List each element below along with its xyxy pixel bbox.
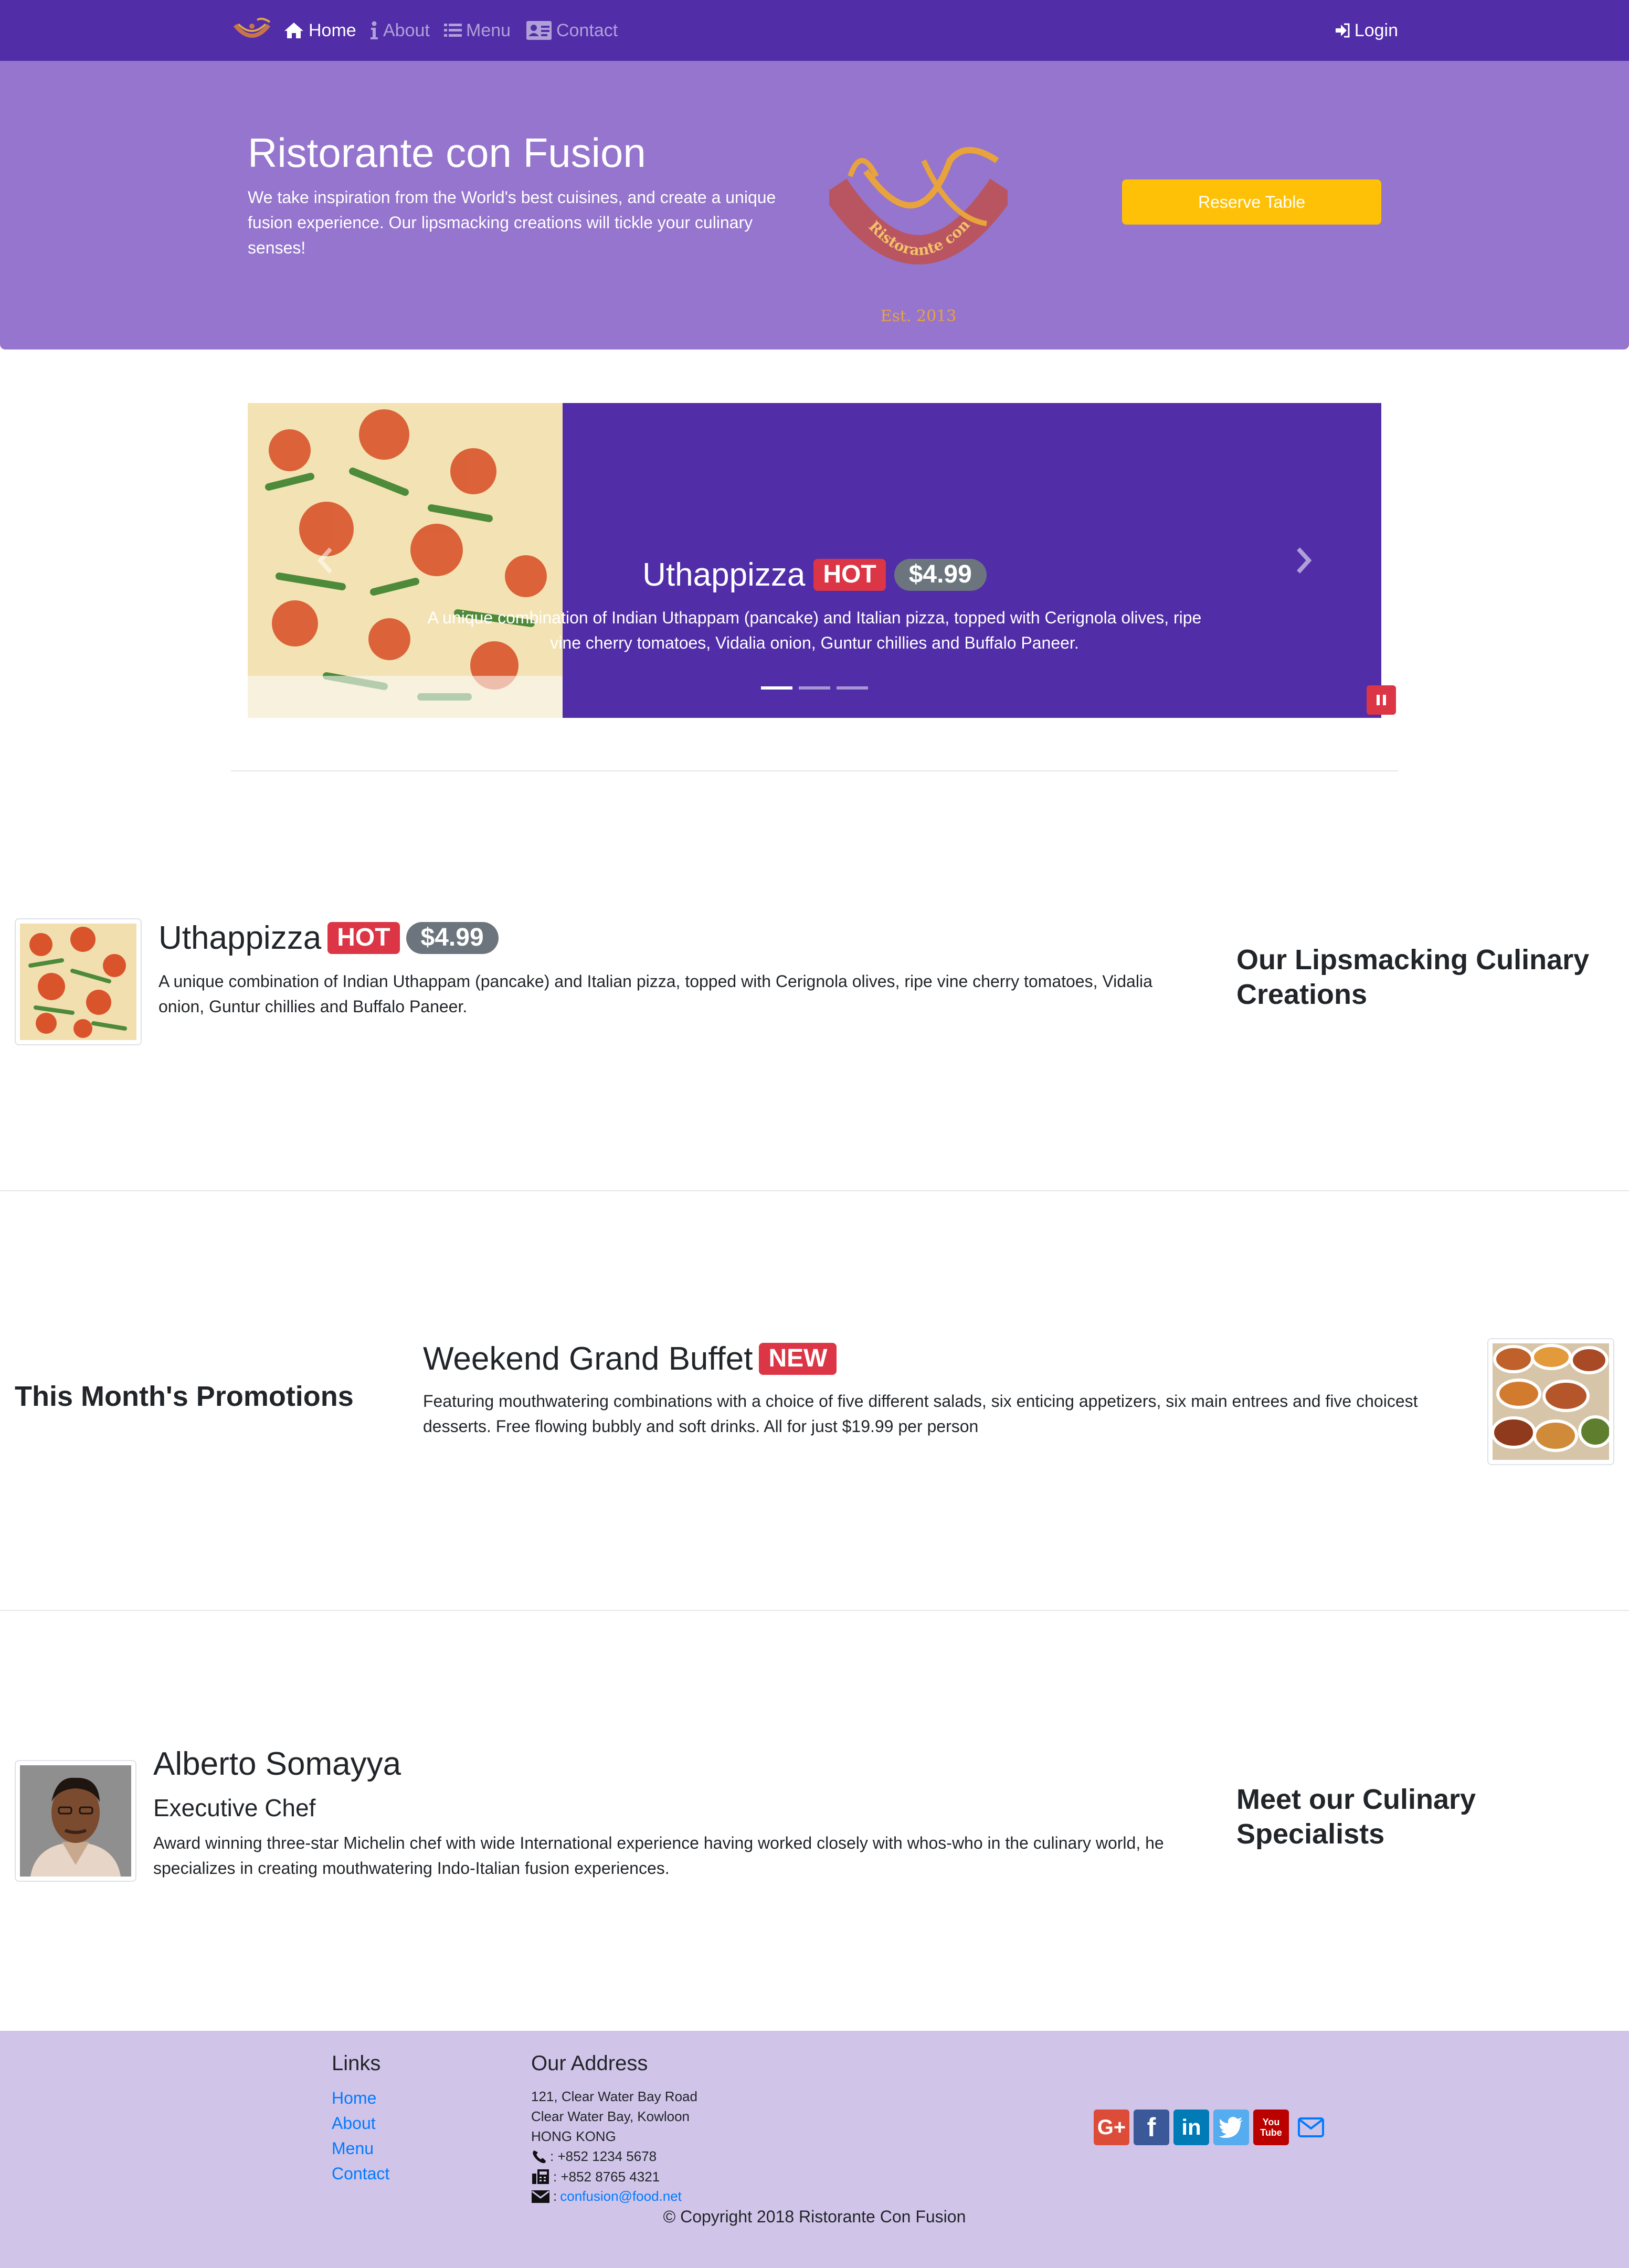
promotion-description: Featuring mouthwatering combinations wit… — [423, 1392, 1418, 1436]
nav-menu-label: Menu — [466, 20, 511, 40]
dish-description: A unique combination of Indian Uthappam … — [158, 972, 1152, 1016]
brand-logo-icon[interactable] — [231, 15, 273, 46]
sign-in-icon — [1335, 23, 1350, 38]
dish-title: Uthappizza — [158, 920, 322, 956]
login-link[interactable]: Login — [1335, 19, 1398, 42]
youtube-icon[interactable]: You Tube — [1253, 2110, 1289, 2145]
buffet-image — [1491, 1343, 1613, 1460]
phone-number: : +852 1234 5678 — [550, 2148, 657, 2164]
footer-links-heading: Links — [332, 2052, 381, 2075]
phone-line: : +852 1234 5678 — [531, 2148, 657, 2165]
hot-badge: HOT — [813, 559, 886, 591]
login-label: Login — [1354, 20, 1398, 40]
email-link[interactable]: confusion@food.net — [560, 2188, 682, 2205]
nav-home[interactable]: Home — [283, 19, 356, 42]
dish-heading: Uthappizza HOT $4.99 — [158, 919, 499, 957]
reserve-table-button[interactable]: Reserve Table — [1122, 179, 1381, 225]
footer-link-contact[interactable]: Contact — [332, 2164, 389, 2184]
twitter-bird-icon — [1219, 2117, 1243, 2138]
chef-name: Alberto Somayya — [153, 1746, 401, 1782]
restaurant-tagline: We take inspiration from the World's bes… — [248, 188, 776, 257]
navbar: Home About Menu Contact Login — [0, 0, 1629, 61]
envelope-icon — [532, 2190, 549, 2203]
new-badge: NEW — [759, 1343, 837, 1375]
footer-link-home[interactable]: Home — [332, 2089, 376, 2108]
logo-est-text: Est. 2013 — [881, 307, 957, 325]
fax-icon — [532, 2169, 549, 2184]
promotion-section-heading: This Month's Promotions — [15, 1381, 354, 1412]
carousel: Uthappizza HOT $4.99 A unique combinatio… — [248, 403, 1381, 718]
copyright-text: © Copyright 2018 Ristorante Con Fusion — [663, 2207, 966, 2226]
carousel-dish-title: Uthappizza — [642, 557, 806, 593]
carousel-pause-button[interactable] — [1367, 685, 1396, 715]
divider — [231, 770, 1398, 771]
nav-about-label: About — [383, 20, 430, 40]
email-line: : confusion@food.net — [531, 2188, 682, 2205]
carousel-caption: Uthappizza HOT $4.99 A unique combinatio… — [418, 556, 1211, 655]
address-card-icon — [526, 21, 552, 40]
carousel-prev-icon[interactable] — [315, 546, 336, 575]
footer-link-about[interactable]: About — [332, 2114, 376, 2133]
linkedin-icon[interactable]: in — [1173, 2110, 1209, 2145]
chef-description: Award winning three-star Michelin chef w… — [153, 1834, 1164, 1878]
restaurant-title: Ristorante con Fusion — [248, 130, 646, 176]
email-prefix: : — [553, 2188, 557, 2204]
phone-icon — [533, 2150, 546, 2163]
divider — [0, 1190, 1629, 1191]
dish-thumbnail — [15, 918, 142, 1045]
jumbotron: Ristorante con Fusion We take inspiratio… — [0, 61, 1629, 349]
nav-contact[interactable]: Contact — [526, 19, 618, 42]
nav-about[interactable]: About — [369, 19, 430, 42]
twitter-icon[interactable] — [1213, 2110, 1249, 2145]
info-icon — [371, 21, 378, 39]
footer: Links Home About Menu Contact Our Addres… — [0, 2031, 1629, 2268]
dish-price-badge: $4.99 — [406, 922, 499, 954]
buffet-thumbnail — [1487, 1338, 1614, 1465]
list-icon — [444, 24, 462, 37]
dish-hot-badge: HOT — [327, 922, 400, 954]
dish-section-heading: Our Lipsmacking Culinary Creations — [1236, 944, 1590, 1010]
price-badge: $4.99 — [894, 559, 987, 591]
google-plus-icon[interactable]: G+ — [1094, 2110, 1129, 2145]
divider — [0, 1610, 1629, 1611]
home-icon — [284, 23, 303, 38]
nav-contact-label: Contact — [556, 20, 618, 40]
footer-address-heading: Our Address — [531, 2052, 648, 2075]
pause-icon — [1377, 695, 1386, 705]
chef-thumbnail — [15, 1760, 136, 1882]
facebook-icon[interactable]: f — [1134, 2110, 1169, 2145]
address-line-1: 121, Clear Water Bay Road — [531, 2089, 697, 2104]
leader-section-heading: Meet our Culinary Specialists — [1236, 1784, 1476, 1850]
chef-role: Executive Chef — [153, 1794, 316, 1821]
nav-home-label: Home — [309, 20, 356, 40]
carousel-indicator-2[interactable] — [799, 686, 830, 690]
carousel-next-icon[interactable] — [1293, 546, 1314, 575]
chef-photo — [20, 1765, 131, 1877]
address-line-3: HONG KONG — [531, 2128, 616, 2144]
promotion-heading: Weekend Grand Buffet NEW — [423, 1340, 837, 1377]
carousel-indicator-3[interactable] — [837, 686, 868, 690]
dish-image — [20, 924, 136, 1040]
promotion-title: Weekend Grand Buffet — [423, 1341, 753, 1377]
fax-number: : +852 8765 4321 — [553, 2168, 660, 2185]
fax-line: : +852 8765 4321 — [531, 2168, 660, 2185]
carousel-indicator-1[interactable] — [761, 686, 792, 690]
envelope-outline-icon — [1298, 2117, 1324, 2137]
mail-icon[interactable] — [1293, 2110, 1329, 2145]
carousel-dish-description: A unique combination of Indian Uthappam … — [427, 608, 1202, 652]
footer-link-menu[interactable]: Menu — [332, 2139, 374, 2158]
restaurant-logo: Ristorante con Fusion Est. 2013 — [829, 140, 1008, 325]
nav-menu[interactable]: Menu — [444, 19, 511, 42]
address-line-2: Clear Water Bay, Kowloon — [531, 2108, 690, 2124]
